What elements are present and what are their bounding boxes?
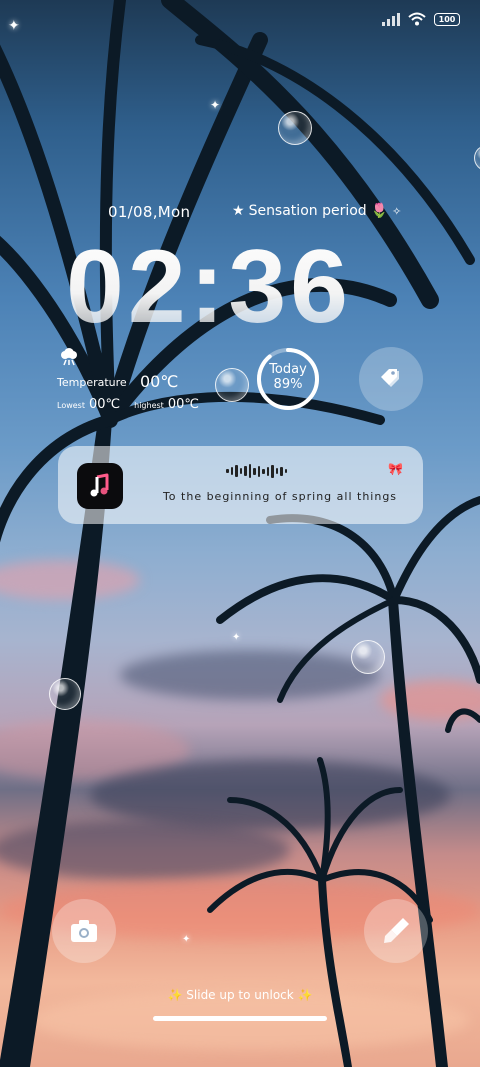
sparkle-icon: ✦ [210, 98, 221, 112]
music-note-icon [90, 473, 109, 497]
date-text: 01/08,Mon [108, 203, 191, 221]
sparkle-icon: ✦ [8, 18, 20, 34]
tulip-icon: 🌷 [370, 203, 389, 219]
battery-icon: 100 [434, 12, 460, 26]
progress-label: Today [269, 362, 307, 377]
lowest-value: 00℃ [88, 397, 121, 412]
unlock-text: Slide up to unlock [186, 988, 294, 1002]
unlock-hint: ✨ Slide up to unlock ✨ [0, 988, 480, 1002]
bubble-decoration [278, 111, 312, 145]
highest-value: 00℃ [167, 397, 199, 412]
camera-icon [71, 920, 97, 942]
sparkle-icon: ✨ [297, 988, 313, 1002]
tag-icon [381, 369, 399, 387]
progress-text: Today 89% [255, 362, 321, 392]
bubble-decoration [215, 368, 249, 402]
camera-button[interactable] [52, 899, 116, 963]
signal-icon [382, 12, 400, 26]
sparkle-icon: ✧ [392, 204, 402, 218]
song-title: To the beginning of spring all things [162, 490, 398, 503]
sparkle-icon: ✨ [167, 988, 183, 1002]
highest-label: highest [134, 401, 164, 410]
bubble-decoration [351, 640, 385, 674]
brush-icon [384, 918, 409, 943]
flashlight-button[interactable] [364, 899, 428, 963]
status-bar: 100 [382, 12, 460, 26]
temperature-label: Temperature [57, 376, 127, 389]
music-app-icon[interactable] [77, 463, 123, 509]
wifi-icon [408, 12, 426, 26]
sensation-label: Sensation period [248, 203, 367, 219]
sensation-widget: ★ Sensation period 🌷 ✧ [232, 203, 401, 219]
audio-waveform [226, 464, 287, 478]
sparkle-icon: ✦ [232, 632, 241, 643]
bow-icon: 🎀 [388, 462, 403, 476]
lowest-label: Lowest [57, 401, 85, 410]
star-icon: ★ [232, 203, 245, 219]
sparkle-icon: ✦ [182, 934, 191, 945]
bubble-decoration [49, 678, 81, 710]
clock-time: 02:36 [66, 228, 406, 347]
weather-icon [61, 348, 77, 366]
temperature-range: Lowest 00℃ highest 00℃ [57, 397, 213, 412]
progress-value: 89% [273, 377, 303, 392]
home-indicator[interactable] [153, 1016, 327, 1021]
temperature-value: 00℃ [140, 372, 179, 391]
tag-button[interactable] [359, 347, 423, 411]
music-widget[interactable]: To the beginning of spring all things 🎀 [58, 446, 423, 524]
